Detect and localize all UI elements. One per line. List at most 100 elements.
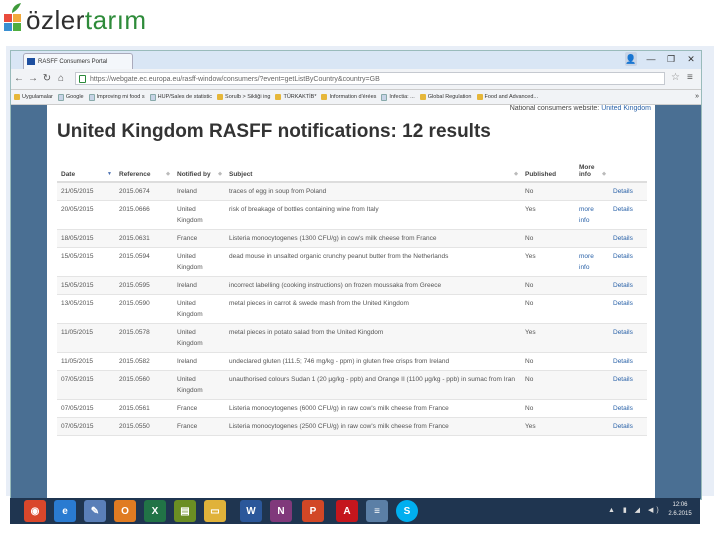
cell-details: Details — [609, 323, 647, 353]
file-explorer-icon[interactable]: ▭ — [204, 500, 226, 522]
cell-reference: 2015.0560 — [115, 370, 173, 400]
details-link[interactable]: Details — [613, 358, 633, 365]
excel-icon[interactable]: X — [144, 500, 166, 522]
column-header-published[interactable]: Published — [521, 157, 575, 183]
url-bar[interactable]: https://webgate.ec.europa.eu/rasff-windo… — [75, 72, 665, 85]
notes-icon[interactable]: ▤ — [174, 500, 196, 522]
details-link[interactable]: Details — [613, 206, 633, 213]
bookmark-item[interactable]: Global Regulation — [419, 90, 472, 104]
details-link[interactable]: Details — [613, 253, 633, 260]
cell-published: Yes — [521, 247, 575, 277]
word-icon[interactable]: W — [240, 500, 262, 522]
cell-more-info — [575, 352, 609, 371]
column-header-subject[interactable]: Subject ◆ — [225, 157, 521, 183]
cell-reference: 2015.0578 — [115, 323, 173, 353]
bookmark-item[interactable]: Improving mi food s — [88, 90, 145, 104]
details-link[interactable]: Details — [613, 188, 633, 195]
column-header-label: Date — [61, 171, 76, 178]
details-link[interactable]: Details — [613, 235, 633, 242]
table-body: 21/05/2015 2015.0674 Ireland traces of e… — [57, 182, 647, 436]
cell-notified-by: United Kingdom — [173, 247, 225, 277]
clock-date: 2.6.2015 — [668, 511, 692, 517]
browser-tab[interactable]: RASFF Consumers Portal x — [23, 53, 133, 69]
details-link[interactable]: Details — [613, 300, 633, 307]
table-row: 15/05/2015 2015.0595 Ireland incorrect l… — [57, 276, 647, 295]
column-header-more-info[interactable]: More info ◆ — [575, 157, 609, 183]
menu-icon[interactable]: ≡ — [687, 72, 693, 83]
column-header-label: Reference — [119, 171, 151, 178]
column-header-reference[interactable]: Reference ◆ — [115, 157, 173, 183]
bookmark-item[interactable]: HUP/Sales de statistic — [149, 90, 212, 104]
sort-icon: ▼ — [107, 171, 112, 177]
cell-date: 07/05/2015 — [57, 417, 115, 436]
page-background-left — [11, 105, 47, 499]
details-link[interactable]: Details — [613, 329, 633, 336]
cell-date: 18/05/2015 — [57, 229, 115, 248]
skype-icon[interactable]: S — [396, 500, 418, 522]
sort-icon: ◆ — [166, 171, 170, 177]
bookmark-apps[interactable]: Uygulamalar — [13, 90, 53, 104]
bookmark-item[interactable]: Infectia: ... — [380, 90, 415, 104]
cell-reference: 2015.0550 — [115, 417, 173, 436]
slide-header: özlertarım — [0, 0, 720, 44]
restore-button[interactable]: ❐ — [665, 52, 677, 66]
bookmark-item[interactable]: Google — [57, 90, 84, 104]
more-info-link[interactable]: more info — [579, 253, 594, 271]
table-row: 13/05/2015 2015.0590 United Kingdom meta… — [57, 294, 647, 324]
column-header-date[interactable]: Date ▼ — [57, 157, 115, 183]
cell-reference: 2015.0595 — [115, 276, 173, 295]
chrome-icon[interactable]: ◉ — [24, 500, 46, 522]
page-background-right — [655, 105, 701, 499]
sort-icon: ◆ — [514, 171, 518, 177]
bookmark-item[interactable]: Information d'érées — [320, 90, 376, 104]
details-link[interactable]: Details — [613, 376, 633, 383]
cell-more-info — [575, 399, 609, 418]
paint-icon[interactable]: ✎ — [84, 500, 106, 522]
details-link[interactable]: Details — [613, 282, 633, 289]
cell-date: 07/05/2015 — [57, 399, 115, 418]
acrobat-icon[interactable]: A — [336, 500, 358, 522]
outlook-icon[interactable]: O — [114, 500, 136, 522]
details-link[interactable]: Details — [613, 405, 633, 412]
table-row: 07/05/2015 2015.0560 United Kingdom unau… — [57, 370, 647, 400]
home-icon[interactable]: ⌂ — [55, 72, 67, 86]
internet-explorer-icon[interactable]: e — [54, 500, 76, 522]
forward-arrow-icon[interactable]: → — [27, 72, 39, 86]
column-header-label: More info — [579, 164, 595, 178]
powerpoint-icon[interactable]: P — [302, 500, 324, 522]
logo-icon — [4, 3, 21, 31]
bookmark-item[interactable]: Sorulb > Sikliği ing — [216, 90, 270, 104]
national-website: National consumers website: United Kingd… — [510, 105, 651, 112]
table-row: 20/05/2015 2015.0666 United Kingdom risk… — [57, 200, 647, 230]
cell-subject: risk of breakage of bottles containing w… — [225, 200, 521, 230]
bookmark-item[interactable]: Food and Advanced... — [476, 90, 538, 104]
cell-more-info — [575, 294, 609, 324]
cell-subject: undeclared gluten (111.5; 746 mg/kg - pp… — [225, 352, 521, 371]
bookmark-star-icon[interactable]: ☆ — [671, 72, 680, 83]
cell-notified-by: Ireland — [173, 352, 225, 371]
onenote-icon[interactable]: N — [270, 500, 292, 522]
user-icon[interactable]: 👤 — [625, 52, 637, 66]
more-bookmarks-button[interactable]: » — [695, 90, 699, 104]
national-website-link[interactable]: United Kingdom — [601, 105, 651, 112]
more-info-link[interactable]: more info — [579, 206, 594, 224]
back-arrow-icon[interactable]: ← — [13, 72, 25, 86]
cell-notified-by: Ireland — [173, 182, 225, 201]
reload-icon[interactable]: ↻ — [41, 72, 53, 86]
cell-published: No — [521, 294, 575, 324]
cell-date: 15/05/2015 — [57, 247, 115, 277]
bookmark-item[interactable]: TÜRKAKTİB* — [274, 90, 316, 104]
minimize-button[interactable]: — — [645, 52, 657, 66]
system-tray-icons[interactable]: ▲ ▮ ◢ ◀) — [608, 506, 662, 514]
table-row: 21/05/2015 2015.0674 Ireland traces of e… — [57, 182, 647, 201]
details-link[interactable]: Details — [613, 423, 633, 430]
cell-more-info — [575, 370, 609, 400]
close-button[interactable]: ✕ — [685, 52, 697, 66]
column-header-notified-by[interactable]: Notified by ◆ — [173, 157, 225, 183]
taskbar-clock[interactable]: 12:06 2.6.2015 — [664, 501, 696, 519]
national-website-label: National consumers website: — [509, 105, 600, 112]
eu-flag-icon — [27, 58, 35, 65]
logo-text-part1: özler — [26, 5, 85, 35]
cell-notified-by: France — [173, 417, 225, 436]
notepad-icon[interactable]: ≡ — [366, 500, 388, 522]
